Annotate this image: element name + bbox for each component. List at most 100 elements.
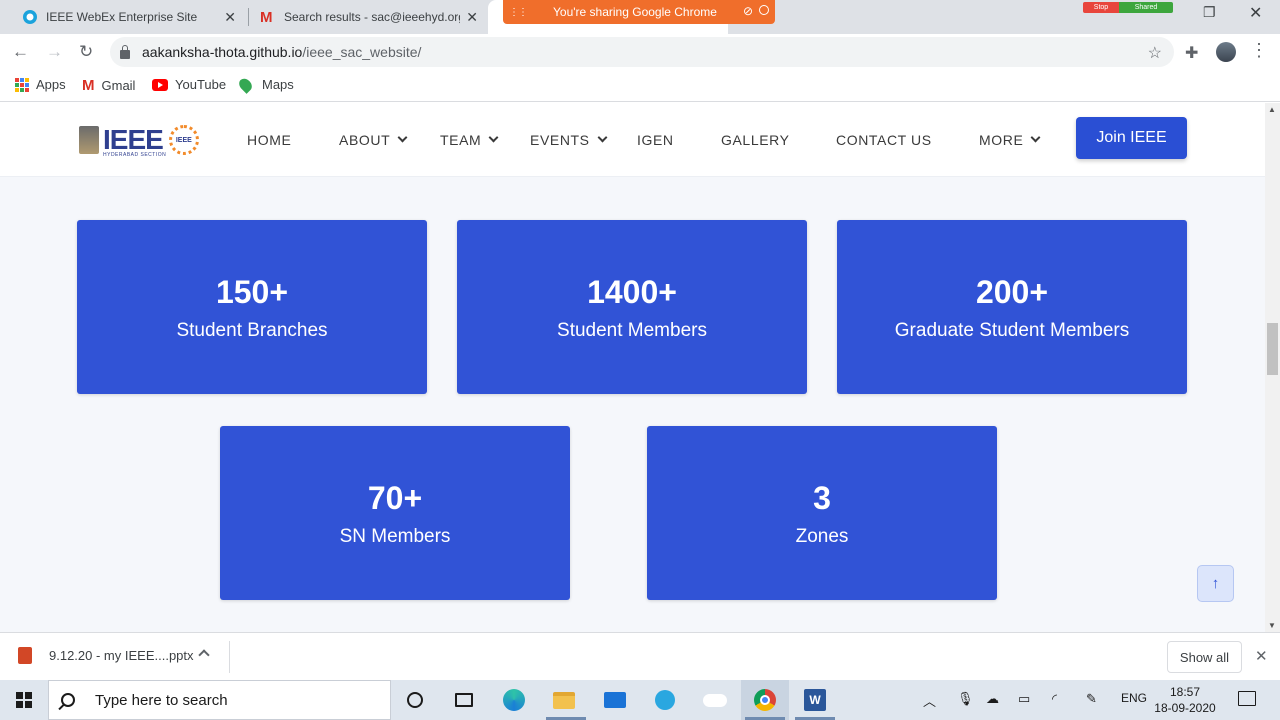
scrollbar-thumb[interactable]	[1267, 323, 1278, 375]
chrome-app-icon[interactable]	[753, 688, 777, 712]
tab-close-icon[interactable]: ✕	[224, 9, 236, 26]
stat-label: Zones	[795, 526, 849, 547]
stat-card-sn-members: 70+ SN Members	[220, 426, 570, 600]
tab-webex[interactable]: IEEE WebEx Enterprise Site ✕	[12, 0, 244, 34]
bookmark-youtube[interactable]: YouTube	[152, 77, 226, 92]
show-all-downloads-button[interactable]: Show all	[1167, 641, 1242, 673]
extensions-puzzle-icon[interactable]: ✚	[1185, 43, 1198, 63]
tab-separator	[248, 8, 249, 26]
nav-about[interactable]: ABOUT	[339, 132, 408, 148]
battery-icon[interactable]: ▭	[1018, 691, 1030, 707]
pause-share-icon[interactable]: ⊘	[743, 4, 753, 18]
pen-icon[interactable]: ✎	[1086, 691, 1097, 707]
show-hidden-icons-chevron-icon[interactable]: ︿	[923, 691, 936, 710]
nav-more[interactable]: MORE	[979, 132, 1041, 148]
stat-card-student-members: 1400+ Student Members	[457, 220, 807, 394]
back-icon[interactable]: ←	[12, 42, 29, 62]
chevron-down-icon	[397, 132, 408, 142]
profile-avatar[interactable]	[1216, 42, 1236, 62]
mail-app-icon[interactable]	[603, 688, 627, 712]
address-bar[interactable]: aakanksha-thota.github.io/ieee_sac_websi…	[110, 37, 1174, 67]
onedrive-icon[interactable]	[703, 688, 727, 712]
webex-stop-button[interactable]: Stop	[1083, 2, 1119, 13]
download-separator	[229, 641, 230, 673]
stop-share-icon[interactable]	[759, 5, 769, 15]
bookmark-apps[interactable]: Apps	[15, 77, 66, 92]
join-ieee-button[interactable]: Join IEEE	[1076, 117, 1187, 159]
chevron-up-icon[interactable]	[198, 649, 210, 661]
clock-date: 18-09-2020	[1154, 701, 1216, 715]
edge-browser-icon[interactable]	[502, 688, 526, 712]
wifi-icon[interactable]: ◜	[1052, 691, 1057, 707]
scroll-up-arrow-icon[interactable]: ▲	[1268, 105, 1276, 114]
notifications-icon[interactable]	[1238, 691, 1256, 706]
maps-icon	[236, 75, 255, 94]
tab-title: Search results - sac@ieeehyd.org	[284, 10, 460, 24]
bookmark-label: Maps	[262, 77, 294, 92]
webex-shared-button[interactable]: Shared	[1119, 2, 1173, 13]
task-view-icon[interactable]	[452, 688, 476, 712]
charminar-emblem-icon	[79, 126, 99, 154]
screen-share-banner[interactable]: ⋮⋮ You're sharing Google Chrome ⊘	[503, 0, 775, 24]
ieee-hyderabad-logo[interactable]: IEEE HYDERABAD SECTION IEEE	[79, 122, 219, 158]
cortana-icon[interactable]	[403, 688, 427, 712]
back-to-top-button[interactable]: ↑	[1197, 565, 1234, 602]
close-window-icon[interactable]: ✕	[1249, 3, 1262, 23]
chevron-down-icon	[1030, 132, 1041, 142]
taskbar-search-box[interactable]: Type here to search	[48, 680, 391, 720]
close-download-bar-icon[interactable]: ✕	[1255, 647, 1268, 665]
microphone-icon[interactable]: 🎙︎	[957, 691, 974, 707]
gmail-favicon-icon: M	[260, 9, 273, 26]
powerpoint-file-icon	[18, 647, 32, 664]
forward-icon[interactable]: →	[46, 42, 63, 62]
nav-label: EVENTS	[530, 132, 590, 148]
file-explorer-icon[interactable]	[552, 688, 576, 712]
bookmark-maps[interactable]: Maps	[236, 75, 294, 94]
stat-card-zones: 3 Zones	[647, 426, 997, 600]
nav-gallery[interactable]: GALLERY	[721, 132, 790, 148]
browser-toolbar: ← → ↻ aakanksha-thota.github.io/ieee_sac…	[0, 34, 1280, 70]
nav-events[interactable]: EVENTS	[530, 132, 608, 148]
logo-subtitle: HYDERABAD SECTION	[103, 152, 167, 158]
download-filename: 9.12.20 - my IEEE....pptx	[49, 648, 194, 663]
download-item[interactable]: 9.12.20 - my IEEE....pptx	[18, 647, 194, 664]
nav-igen[interactable]: IGEN	[637, 132, 674, 148]
url-path: /ieee_sac_website/	[302, 44, 422, 60]
lock-icon[interactable]	[120, 44, 130, 59]
bookmark-gmail[interactable]: M Gmail	[82, 77, 135, 94]
windows-start-icon[interactable]	[16, 692, 32, 708]
search-icon	[61, 693, 75, 707]
url-host: aakanksha-thota.github.io	[142, 44, 303, 60]
nav-home[interactable]: HOME	[247, 132, 291, 148]
share-banner-text: You're sharing Google Chrome	[553, 5, 717, 19]
bookmark-star-icon[interactable]: ☆	[1148, 43, 1162, 63]
language-indicator[interactable]: ENG	[1121, 691, 1147, 705]
word-app-icon[interactable]: W	[803, 688, 827, 712]
restore-window-icon[interactable]: ❐	[1203, 4, 1216, 21]
onedrive-tray-icon[interactable]: ☁	[986, 691, 999, 707]
tab-gmail-search[interactable]: M Search results - sac@ieeehyd.org ✕	[250, 0, 486, 34]
arrow-up-icon: ↑	[1211, 575, 1220, 592]
page-scrollbar[interactable]: ▲ ▼	[1265, 103, 1280, 632]
nav-label: GALLERY	[721, 132, 790, 148]
logo-text: IEEE	[103, 124, 164, 155]
browser-tab-strip: IEEE WebEx Enterprise Site ✕ M Search re…	[0, 0, 1280, 34]
scroll-down-arrow-icon[interactable]: ▼	[1268, 621, 1276, 630]
stat-value: 1400+	[587, 274, 677, 310]
reload-icon[interactable]: ↻	[79, 42, 93, 62]
bookmarks-bar: Apps M Gmail YouTube Maps	[0, 70, 1280, 102]
drag-grip-icon[interactable]: ⋮⋮	[509, 7, 528, 18]
youtube-icon	[152, 78, 168, 91]
system-clock[interactable]: 18:57 18-09-2020	[1152, 684, 1218, 716]
stat-label: Graduate Student Members	[894, 320, 1130, 341]
stat-label: Student Members	[557, 320, 707, 341]
clock-time: 18:57	[1169, 685, 1201, 699]
webex-share-controls: Stop Shared	[1083, 2, 1173, 13]
webex-app-icon[interactable]	[653, 688, 677, 712]
webex-favicon-icon	[22, 9, 38, 25]
nav-team[interactable]: TEAM	[440, 132, 499, 148]
nav-contact-us[interactable]: CONTACT US	[836, 132, 932, 148]
nav-label: CONTACT US	[836, 132, 932, 148]
browser-menu-icon[interactable]: ⋮	[1250, 40, 1268, 61]
tab-close-icon[interactable]: ✕	[466, 9, 478, 26]
